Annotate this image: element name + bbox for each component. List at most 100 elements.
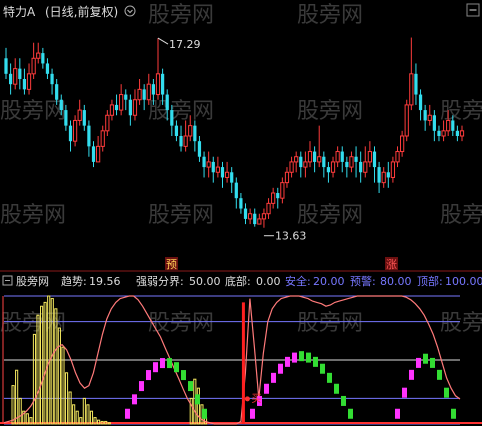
safe-label: 安全: (285, 274, 311, 288)
candle-body (234, 182, 238, 199)
candle-body (160, 73, 165, 95)
oscillator-block-up (146, 370, 151, 381)
watermark: 股旁网 (440, 311, 482, 336)
candle-body (215, 166, 220, 173)
oscillator-block-up (132, 394, 137, 405)
candle-body (451, 120, 455, 131)
oscillator-block-down (341, 395, 346, 406)
candle-body (183, 135, 188, 147)
oscillator-block-down (348, 408, 353, 419)
candle-body (128, 99, 132, 116)
candle-body (414, 73, 418, 95)
candle-body (354, 156, 358, 162)
oscillator-block-down (430, 357, 435, 368)
watermark: 股旁网 (0, 99, 66, 124)
candle-body (257, 218, 262, 225)
candle-body (322, 156, 326, 168)
oscillator-block-up (285, 356, 290, 367)
candle-body (248, 213, 253, 220)
candle-body (330, 161, 336, 173)
oscillator-block-down (437, 369, 442, 380)
watermark: 股旁网 (440, 203, 482, 228)
candle-body (372, 151, 377, 168)
candle-body (441, 130, 446, 137)
candle-body (340, 151, 344, 162)
candle-body (261, 213, 267, 220)
candle-body (390, 161, 396, 178)
oscillator-block-up (153, 362, 158, 373)
candle-body (294, 156, 299, 163)
oscillator-block-down (174, 362, 179, 373)
strong-weak-label: 强弱分界: (136, 275, 184, 288)
candle-body (224, 171, 230, 178)
candle-body (22, 79, 27, 90)
candle-body (317, 156, 322, 163)
candle-body (77, 109, 82, 121)
oscillator-block-up (416, 357, 421, 368)
candle-body (142, 89, 146, 100)
oscillator-block-down (306, 352, 311, 363)
chart-stage: 特力A (日线,前复权) 股旁网 股旁网 股旁网 股旁网 股旁网 股旁网 股旁网… (0, 0, 482, 426)
candle-body (345, 161, 349, 168)
candle-body (18, 68, 22, 79)
candle-body (266, 202, 271, 215)
candle-body (432, 115, 436, 131)
trend-value: 19.56 (89, 275, 121, 288)
candle-body (170, 110, 174, 126)
candle-body (64, 110, 68, 126)
oscillator-block-up (264, 383, 269, 394)
oscillator-block-up (402, 387, 407, 398)
watermark: 股旁网 (148, 3, 214, 28)
oscillator-block-up (250, 408, 255, 419)
oscillator-block-down (334, 383, 339, 394)
candle-body (197, 141, 202, 157)
candle-body (289, 161, 294, 173)
candle-body (100, 130, 105, 147)
candle-body (400, 135, 405, 153)
candle-body (455, 130, 460, 136)
oscillator-block-up (125, 408, 130, 419)
indicator-header: 股旁网 趋势: 19.56 强弱分界: 50.00 底部: 0.00 安全: 2… (2, 274, 482, 288)
marker-yu-label: 预 (166, 258, 177, 271)
candle-body (45, 63, 50, 74)
buy-signal-dot (244, 396, 250, 402)
candle-body (36, 52, 41, 59)
candle-body (119, 94, 124, 111)
strong-weak-value: 50.00 (189, 275, 221, 288)
stock-title: 特力A (3, 4, 36, 19)
candle-body (165, 94, 169, 111)
candle-body (137, 88, 142, 101)
oscillator-block-down (195, 394, 200, 405)
candle-body (114, 104, 119, 111)
candle-body (299, 156, 303, 168)
candle-body (55, 84, 59, 100)
candle-body (124, 94, 128, 100)
oscillator-block-up (292, 352, 297, 363)
candle-body (243, 208, 248, 219)
candle-body (31, 57, 36, 75)
oscillator-block-down (451, 408, 456, 419)
oscillator-block-down (167, 358, 172, 369)
candle-body (96, 145, 101, 163)
candle-body (179, 136, 183, 147)
top-value: 100.00 (445, 275, 482, 288)
candle-body (409, 73, 414, 106)
candle-body (446, 119, 451, 132)
candle-body (423, 110, 427, 121)
low-price-label: 13.63 (275, 230, 307, 243)
oscillator-block-down (320, 363, 325, 374)
candle-body (59, 99, 63, 111)
candle-body (91, 146, 96, 162)
candle-body (151, 84, 156, 95)
candle-body (211, 161, 215, 173)
candle-body (230, 172, 234, 183)
oscillator-block-down (188, 381, 193, 392)
candle-body (404, 104, 409, 137)
oscillator-block-down (202, 408, 207, 419)
candle-body (41, 53, 45, 64)
candle-body (4, 58, 8, 74)
oscillator-block-down (313, 356, 318, 367)
candle-body (284, 171, 290, 184)
trend-label: 趋势: (61, 275, 87, 288)
candle-body (303, 161, 308, 168)
